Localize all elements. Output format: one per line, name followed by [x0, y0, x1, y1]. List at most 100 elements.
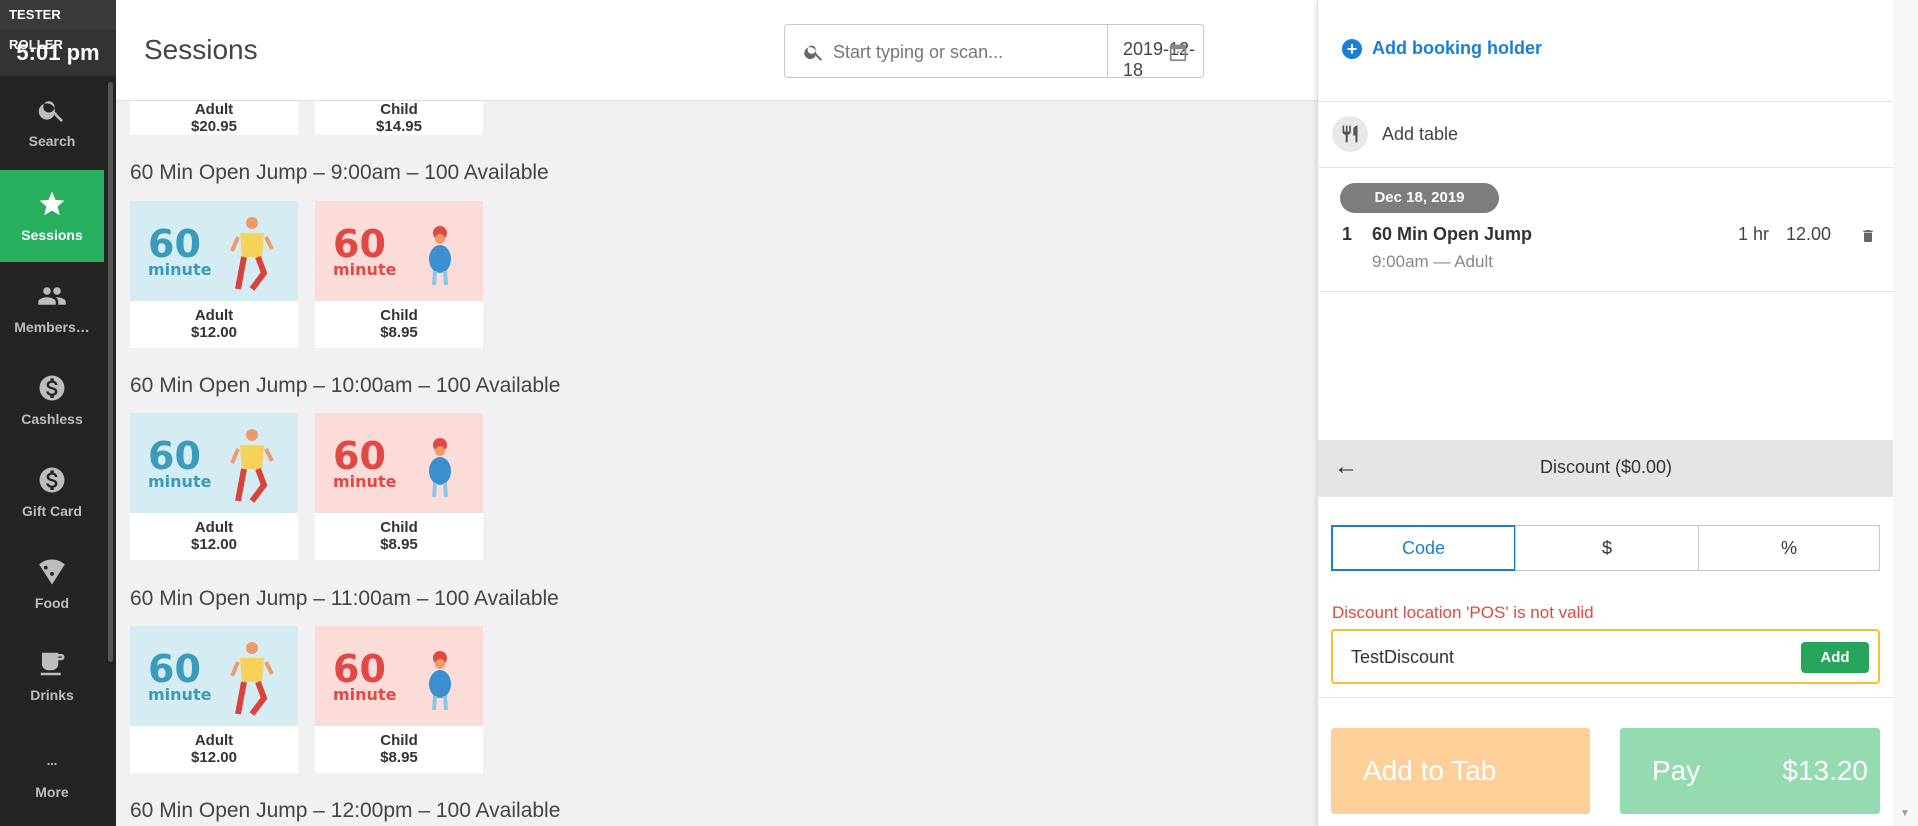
sessions-list: Adult $20.95 Child $14.95 60 Min Open Jump…	[116, 101, 1317, 826]
brand-name: TESTER ROLLER	[0, 0, 116, 52]
adult-figure-icon	[230, 429, 274, 503]
search-divider	[1107, 25, 1108, 77]
ticket-card-child[interactable]: 60 minute Child $8.95	[315, 626, 483, 773]
nav-item-sessions[interactable]: Sessions	[0, 170, 104, 262]
nav-item-gift-card[interactable]: Gift Card	[0, 446, 104, 538]
ticket-card-child[interactable]: Child $14.95	[315, 101, 483, 135]
date-badge: Dec 18, 2019	[1340, 183, 1499, 213]
nav-label: Gift Card	[22, 503, 82, 519]
child-figure-icon	[429, 438, 451, 498]
ticket-image: 60 minute	[130, 413, 298, 513]
ticket-card-adult[interactable]: Adult $20.95	[130, 101, 298, 135]
nav-label: Food	[34, 595, 70, 611]
pay-amount: $13.20	[1782, 755, 1868, 786]
ticket-card-child[interactable]: 60 minute Child $8.95	[315, 201, 483, 348]
nav-label: Search	[28, 133, 76, 149]
search-bar: 2019-12-18	[784, 24, 1204, 81]
adult-figure-icon	[230, 217, 274, 291]
clock: 5:01 pm	[0, 30, 116, 76]
page-title: Sessions	[144, 34, 258, 65]
plus-circle-icon: +	[1342, 38, 1362, 59]
session-title: 60 Min Open Jump – 10:00am – 100 Availab…	[130, 374, 561, 397]
nav-label: Drinks	[30, 687, 74, 703]
dollar-circle-icon	[39, 467, 65, 493]
session-title: 60 Min Open Jump – 12:00pm – 100 Availab…	[130, 799, 561, 822]
pizza-icon	[39, 559, 65, 585]
calendar-icon[interactable]	[1167, 41, 1189, 63]
ticket-label: Adult $12.00	[191, 307, 237, 341]
tab-discount-code[interactable]: Code	[1331, 525, 1516, 571]
apply-discount-button[interactable]: Add	[1801, 642, 1869, 673]
divider	[1318, 291, 1894, 292]
divider	[1318, 697, 1894, 698]
line-price: 12.00	[1786, 224, 1832, 244]
ticket-card-adult[interactable]: 60 minute Adult $12.00	[130, 201, 298, 348]
ticket-card-adult[interactable]: 60 minute Adult $12.00	[130, 626, 298, 773]
ticket-label: Adult $20.95	[191, 101, 237, 135]
cart-line-item[interactable]: 1 60 Min Open Jump 9:00am — Adult 1 hr 1…	[1318, 222, 1894, 282]
discount-error: Discount location 'POS' is not valid	[1332, 603, 1594, 622]
add-booking-holder-button[interactable]: + Add booking holder	[1342, 38, 1542, 59]
pay-label: Pay	[1652, 755, 1701, 786]
add-booking-holder-label: Add booking holder	[1372, 38, 1542, 58]
search-icon	[804, 45, 823, 61]
ticket-label: Adult $12.00	[191, 519, 237, 553]
discount-header: ← Discount ($0.00)	[1318, 440, 1894, 497]
nav-item-more[interactable]: More	[0, 735, 104, 823]
nav-label: Members…	[14, 319, 90, 335]
nav-item-food[interactable]: Food	[0, 538, 104, 630]
search-input[interactable]	[833, 37, 1093, 67]
utensils-icon	[1332, 116, 1368, 152]
ticket-image: 60 minute	[315, 626, 483, 726]
ticket-image: 60 minute	[130, 626, 298, 726]
add-table-button[interactable]: Add table	[1332, 116, 1458, 152]
nav-item-members[interactable]: Members…	[0, 262, 104, 354]
top-header: Sessions 2019-12-18	[116, 0, 1317, 101]
line-qty: 1	[1342, 224, 1353, 244]
people-icon	[38, 287, 66, 305]
nav-label: Sessions	[21, 227, 83, 243]
line-duration: 1 hr	[1738, 224, 1770, 244]
discount-code-input[interactable]	[1351, 643, 1751, 671]
date-field[interactable]: 2019-12-18	[1123, 39, 1203, 81]
ticket-card-adult[interactable]: 60 minute Adult $12.00	[130, 413, 298, 560]
tab-discount-percent[interactable]: %	[1698, 525, 1880, 571]
nav-label: Cashless	[21, 411, 83, 427]
page-scrollbar[interactable]: ▼	[1893, 0, 1918, 826]
trash-icon[interactable]	[1860, 227, 1876, 245]
ticket-image: 60 minute	[315, 413, 483, 513]
nav-item-drinks[interactable]: Drinks	[0, 630, 104, 722]
child-figure-icon	[429, 226, 451, 286]
search-icon	[38, 101, 63, 122]
nav-scrollbar[interactable]	[108, 82, 113, 662]
ticket-label: Child $8.95	[380, 519, 418, 553]
booking-panel: + Add booking holder Add table Dec 18, 2…	[1317, 0, 1894, 826]
session-title: 60 Min Open Jump – 9:00am – 100 Availabl…	[130, 161, 549, 184]
divider	[1318, 101, 1894, 102]
child-figure-icon	[429, 651, 451, 711]
side-nav: TESTER ROLLER 5:01 pm Search Sessions Me…	[0, 0, 116, 826]
nav-item-search[interactable]: Search	[0, 76, 104, 168]
line-detail: 9:00am — Adult	[1372, 252, 1493, 271]
nav-item-cashless[interactable]: Cashless	[0, 354, 104, 446]
star-icon	[39, 191, 65, 216]
discount-title: Discount ($0.00)	[1539, 457, 1673, 477]
ticket-card-child[interactable]: 60 minute Child $8.95	[315, 413, 483, 560]
session-title: 60 Min Open Jump – 11:00am – 100 Availab…	[130, 587, 559, 610]
ticket-label: Child $8.95	[380, 732, 418, 766]
add-to-tab-button[interactable]: Add to Tab	[1331, 728, 1590, 814]
ticket-label: Child $14.95	[376, 101, 422, 135]
ticket-label: Adult $12.00	[191, 732, 237, 766]
ticket-image: 60 minute	[315, 201, 483, 301]
more-icon	[47, 762, 57, 766]
line-name: 60 Min Open Jump	[1372, 224, 1533, 244]
cup-icon	[40, 652, 65, 676]
adult-figure-icon	[230, 642, 274, 716]
pay-button[interactable]: Pay $13.20	[1620, 728, 1880, 814]
tab-discount-amount[interactable]: $	[1515, 525, 1699, 571]
scroll-down-icon[interactable]: ▼	[1900, 808, 1910, 819]
add-table-label: Add table	[1382, 123, 1459, 144]
nav-label: More	[35, 784, 69, 800]
divider	[1318, 167, 1894, 168]
dollar-circle-icon	[39, 375, 65, 401]
